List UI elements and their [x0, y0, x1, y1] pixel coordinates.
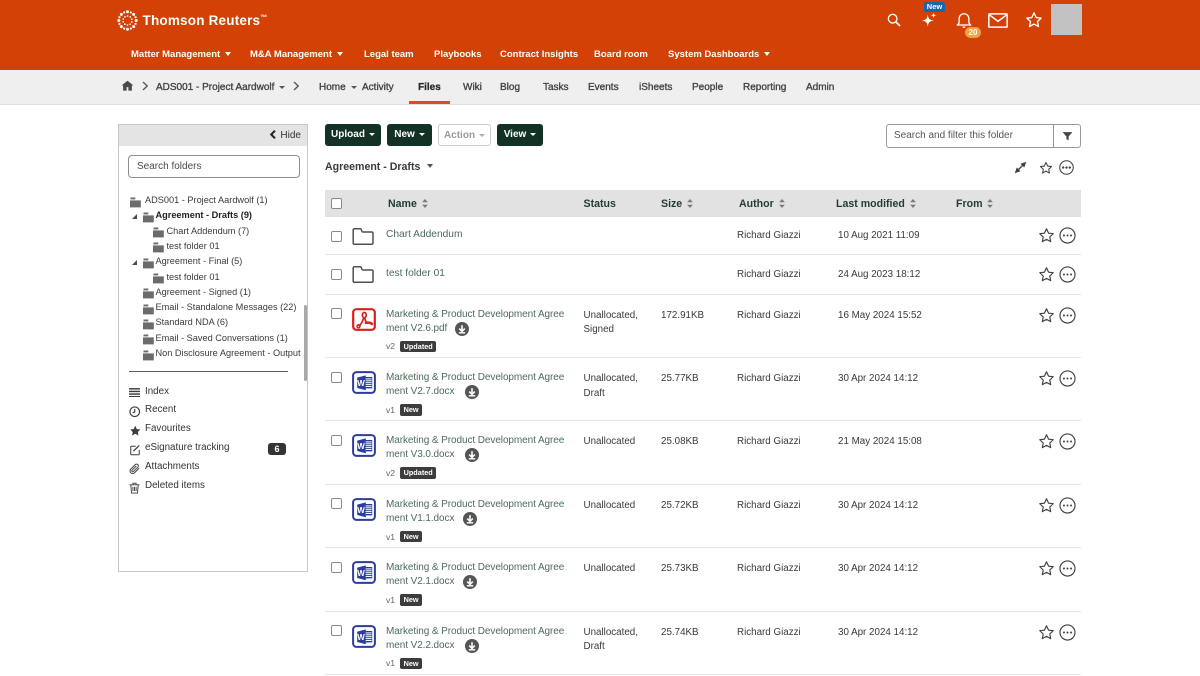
- svg-text:W: W: [357, 379, 365, 388]
- svg-text:W: W: [357, 442, 365, 451]
- svg-text:W: W: [357, 569, 365, 578]
- svg-text:W: W: [357, 632, 365, 641]
- svg-text:W: W: [357, 506, 365, 515]
